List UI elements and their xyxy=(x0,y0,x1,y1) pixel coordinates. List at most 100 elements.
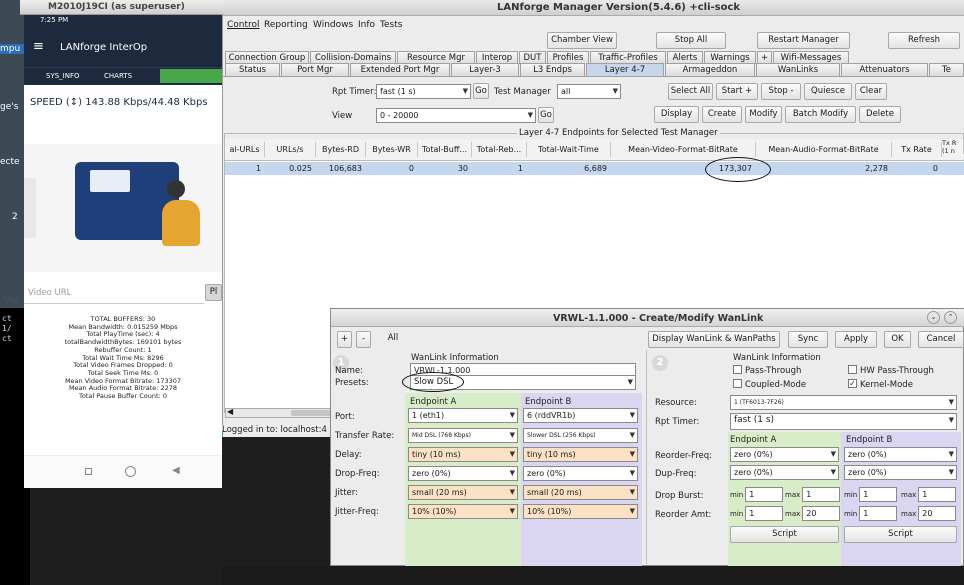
column-header[interactable]: Bytes-WR xyxy=(366,142,418,157)
menu-windows[interactable]: Windows xyxy=(313,20,353,30)
all-button[interactable]: All xyxy=(383,331,403,348)
go-button-1[interactable]: Go xyxy=(473,83,489,99)
table-row[interactable]: 1 0.025 106,683 0 30 1 6,689 173,307 2,2… xyxy=(225,162,964,175)
column-header[interactable]: al-URLs xyxy=(225,142,265,157)
reorder-amt-b-min[interactable]: min 1 xyxy=(844,506,898,521)
ok-button[interactable]: OK xyxy=(884,331,911,348)
reorder-amt-a-min-field[interactable]: 1 xyxy=(745,506,784,521)
apply-button[interactable]: Apply xyxy=(835,331,877,348)
tab-extended-port-mgr[interactable]: Extended Port Mgr xyxy=(350,63,450,76)
cancel-button[interactable]: Cancel xyxy=(918,331,964,348)
tab-l3-endps[interactable]: L3 Endps xyxy=(520,63,585,76)
column-header[interactable]: Mean-Video-Format-BitRate xyxy=(611,142,756,157)
reorder-amt-a-max[interactable]: max 20 xyxy=(785,506,841,521)
tab-wanlinks[interactable]: WanLinks xyxy=(756,63,840,76)
resource-select[interactable]: 1 (TF6013-7F26) xyxy=(730,395,957,410)
batch-modify-button[interactable]: Batch Modify xyxy=(785,106,856,123)
clear-button[interactable]: Clear xyxy=(855,83,887,100)
column-header[interactable]: Tx R (1 n xyxy=(942,139,964,154)
minimize-icon[interactable]: ⌄ xyxy=(927,311,940,324)
drop-burst-b-min-field[interactable]: 1 xyxy=(859,487,898,502)
drop-burst-b-max[interactable]: max 1 xyxy=(901,487,957,502)
home-icon[interactable] xyxy=(125,466,136,477)
scroll-left-icon[interactable]: ◀ xyxy=(227,407,233,416)
create-button[interactable]: Create xyxy=(702,106,742,123)
view-select[interactable]: 0 - 20000 xyxy=(376,108,536,123)
select-all-button[interactable]: Select All xyxy=(668,83,713,100)
column-header[interactable]: Total-Reb... xyxy=(472,142,527,157)
back-icon[interactable]: ◀ xyxy=(172,465,180,476)
transfer-rate-a-select[interactable]: Mid DSL (768 Kbps) xyxy=(408,428,518,443)
hamburger-icon[interactable]: ≡ xyxy=(33,39,44,54)
jitter-b-select[interactable]: small (20 ms) xyxy=(523,485,638,500)
sync-button[interactable]: Sync xyxy=(788,331,828,348)
tab-status[interactable]: Status xyxy=(225,63,280,76)
jitter-freq-b-select[interactable]: 10% (10%) xyxy=(523,504,638,519)
column-header[interactable]: Tx Rate xyxy=(892,142,942,157)
coupled-mode-checkbox[interactable]: Coupled-Mode xyxy=(733,379,806,390)
tab-video-streamer[interactable] xyxy=(160,69,222,83)
play-button[interactable]: Pl xyxy=(205,284,222,301)
restart-manager-button[interactable]: Restart Manager xyxy=(757,32,850,49)
transfer-rate-b-select[interactable]: Slower DSL (256 Kbps) xyxy=(523,428,638,443)
column-header[interactable]: Total-Wait-Time xyxy=(527,142,611,157)
display-button[interactable]: Display xyxy=(654,106,699,123)
tab-charts[interactable]: CHARTS xyxy=(104,72,132,80)
hw-pass-through-checkbox[interactable]: HW Pass-Through xyxy=(848,365,934,376)
delay-a-select[interactable]: tiny (10 ms) xyxy=(408,447,518,462)
column-header[interactable]: Mean-Audio-Format-BitRate xyxy=(756,142,892,157)
modify-button[interactable]: Modify xyxy=(745,106,782,123)
pass-through-checkbox[interactable]: Pass-Through xyxy=(733,365,801,376)
reorder-freq-a-select[interactable]: zero (0%) xyxy=(730,447,839,462)
maximize-icon[interactable]: ⌃ xyxy=(944,311,957,324)
port-b-select[interactable]: 6 (rddVR1b) xyxy=(523,408,638,423)
start-button[interactable]: Start + xyxy=(716,83,758,100)
tab-armageddon[interactable]: Armageddon xyxy=(665,63,755,76)
reorder-amt-b-max-field[interactable]: 20 xyxy=(918,506,957,521)
drop-burst-a-max-field[interactable]: 1 xyxy=(802,487,841,502)
drop-freq-b-select[interactable]: zero (0%) xyxy=(523,466,638,481)
stop-all-button[interactable]: Stop All xyxy=(656,32,726,49)
delay-b-select[interactable]: tiny (10 ms) xyxy=(523,447,638,462)
reorder-amt-b-min-field[interactable]: 1 xyxy=(859,506,898,521)
menu-control[interactable]: Control xyxy=(227,20,260,30)
tab-te[interactable]: Te xyxy=(929,63,964,76)
script-a-button[interactable]: Script xyxy=(730,526,839,543)
column-header[interactable]: URLs/s xyxy=(265,142,316,157)
horizontal-scrollbar[interactable]: ◀ xyxy=(225,407,345,418)
reorder-amt-b-max[interactable]: max 20 xyxy=(901,506,957,521)
drop-burst-a-min[interactable]: min 1 xyxy=(730,487,784,502)
rpt-timer-select[interactable]: fast (1 s) xyxy=(376,84,471,99)
recents-icon[interactable] xyxy=(85,468,92,475)
quiesce-button[interactable]: Quiesce xyxy=(804,83,852,100)
tab-layer-4-7[interactable]: Layer 4-7 xyxy=(586,63,664,76)
drop-burst-a-max[interactable]: max 1 xyxy=(785,487,841,502)
menu-reporting[interactable]: Reporting xyxy=(264,20,308,30)
jitter-freq-a-select[interactable]: 10% (10%) xyxy=(408,504,518,519)
stop-button[interactable]: Stop - xyxy=(761,83,801,100)
reorder-amt-a-max-field[interactable]: 20 xyxy=(802,506,841,521)
refresh-button[interactable]: Refresh xyxy=(888,32,960,49)
reorder-amt-a-min[interactable]: min 1 xyxy=(730,506,784,521)
drop-burst-b-max-field[interactable]: 1 xyxy=(918,487,957,502)
delete-button[interactable]: Delete xyxy=(859,106,901,123)
test-manager-select[interactable]: all xyxy=(557,84,621,99)
tab-port-mgr[interactable]: Port Mgr xyxy=(281,63,349,76)
port-a-select[interactable]: 1 (eth1) xyxy=(408,408,518,423)
dup-freq-a-select[interactable]: zero (0%) xyxy=(730,465,839,480)
column-header[interactable]: Total-Buff... xyxy=(418,142,472,157)
column-header[interactable]: Bytes-RD xyxy=(316,142,366,157)
menu-tests[interactable]: Tests xyxy=(380,20,402,30)
video-url-input[interactable]: Video URL xyxy=(24,282,204,304)
reorder-freq-b-select[interactable]: zero (0%) xyxy=(844,447,957,462)
display-wanlink-button[interactable]: Display WanLink & WanPaths xyxy=(648,331,780,348)
right-rpt-timer-select[interactable]: fast (1 s) xyxy=(730,413,957,430)
chamber-view-button[interactable]: Chamber View xyxy=(547,32,617,49)
tab-sys-info[interactable]: SYS_INFO xyxy=(46,72,80,80)
drop-burst-a-min-field[interactable]: 1 xyxy=(745,487,784,502)
menu-info[interactable]: Info xyxy=(358,20,375,30)
tab-attenuators[interactable]: Attenuators xyxy=(841,63,928,76)
kernel-mode-checkbox[interactable]: ✓ Kernel-Mode xyxy=(848,379,913,390)
go-button-2[interactable]: Go xyxy=(538,107,554,123)
drop-freq-a-select[interactable]: zero (0%) xyxy=(408,466,518,481)
